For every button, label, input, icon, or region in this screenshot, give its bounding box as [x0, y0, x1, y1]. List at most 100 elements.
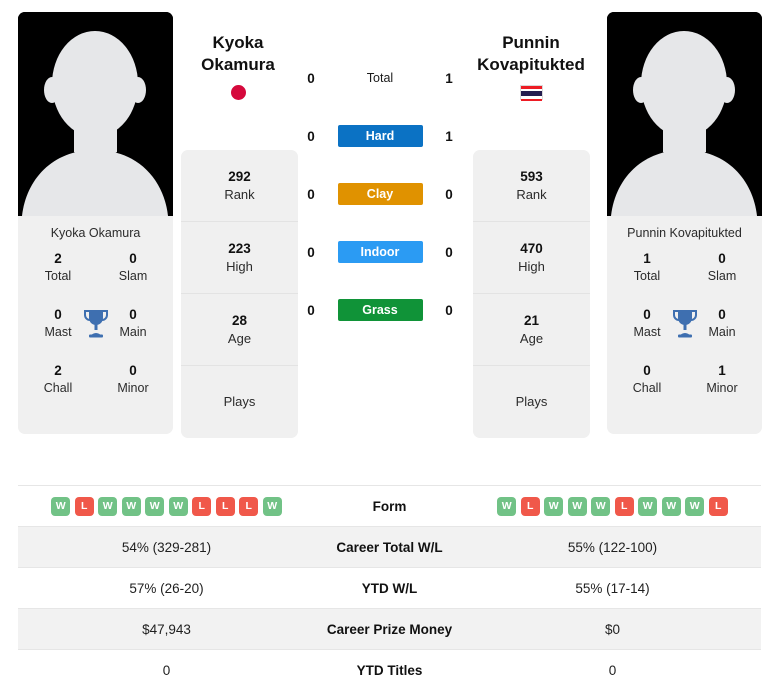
table-row-career-total-wl: 54% (329-281) Career Total W/L 55% (122-… — [18, 526, 761, 568]
player-comparison-page: Kyoka Okamura 2 Total 0 Slam 0 Mast 0 Ma… — [0, 0, 779, 699]
form-chip-loss[interactable]: L — [520, 496, 540, 516]
form-chip-loss[interactable]: L — [215, 496, 235, 516]
surface-badge-clay[interactable]: Clay — [337, 183, 423, 205]
surface-badge-grass[interactable]: Grass — [337, 299, 423, 321]
value: 28 — [231, 312, 248, 328]
titles-total-left: 2 Total — [30, 250, 86, 306]
h2h-row-indoor: 0 Indoor 0 — [300, 234, 460, 270]
label: Rank — [516, 186, 547, 202]
stat-age-left: 28 Age — [181, 294, 298, 366]
value: 21 — [523, 312, 540, 328]
h2h-row-grass: 0 Grass 0 — [300, 292, 460, 328]
h2h-row-total: 0 Total 1 — [300, 60, 460, 96]
value: 1 — [643, 251, 651, 266]
player-silhouette-icon — [18, 12, 173, 216]
form-chip-loss[interactable]: L — [239, 496, 259, 516]
stat-rank-right: 593 Rank — [473, 150, 590, 222]
surface-label-total: Total — [366, 71, 394, 85]
value: 593 — [520, 168, 543, 184]
form-chip-win[interactable]: W — [567, 496, 587, 516]
form-chip-win[interactable]: W — [168, 496, 188, 516]
titles-grid-left: 2 Total 0 Slam 0 Mast 0 Main 2 Chall 0 M… — [18, 246, 173, 434]
form-chip-win[interactable]: W — [497, 496, 517, 516]
stat-plays-right: Plays — [473, 366, 590, 438]
h2h-score-left-total: 0 — [307, 70, 315, 86]
value: 0 — [718, 307, 726, 322]
form-strip-right: WLWWWLWWWL — [464, 496, 761, 516]
form-chip-win[interactable]: W — [98, 496, 118, 516]
form-chip-loss[interactable]: L — [708, 496, 728, 516]
career-total-wl-right: 55% (122-100) — [464, 526, 761, 568]
titles-row: 2 Total 0 Slam — [18, 250, 173, 306]
player-first-name-right: Punnin — [502, 33, 560, 52]
table-row-ytd-titles: 0 YTD Titles 0 — [18, 649, 761, 691]
player-card-left[interactable]: Kyoka Okamura 2 Total 0 Slam 0 Mast 0 Ma… — [18, 12, 173, 434]
value: 292 — [228, 168, 251, 184]
player-name-caption-right: Punnin Kovapitukted — [627, 226, 742, 240]
form-chip-loss[interactable]: L — [192, 496, 212, 516]
player-card-right[interactable]: Punnin Kovapitukted 1 Total 0 Slam 0 Mas… — [607, 12, 762, 434]
stat-age-right: 21 Age — [473, 294, 590, 366]
value: 2 — [54, 363, 62, 378]
titles-main-right: 0 Main — [694, 306, 750, 362]
ytd-titles-left: 0 — [18, 649, 315, 691]
ytd-wl-left: 57% (26-20) — [18, 567, 315, 609]
titles-main-left: 0 Main — [105, 306, 161, 362]
h2h-score-right-grass: 0 — [445, 302, 453, 318]
player-heading-left: Kyoka Okamura — [153, 32, 323, 100]
value: 1 — [718, 363, 726, 378]
player-silhouette-icon — [607, 12, 762, 216]
form-chip-win[interactable]: W — [685, 496, 705, 516]
label: Minor — [706, 381, 738, 395]
ytd-titles-right: 0 — [464, 649, 761, 691]
form-chip-win[interactable]: W — [121, 496, 141, 516]
label: Main — [708, 325, 736, 339]
stat-plays-left: Plays — [181, 366, 298, 438]
row-label-ytd-titles: YTD Titles — [315, 649, 464, 691]
surface-badge-indoor[interactable]: Indoor — [337, 241, 423, 263]
player-last-name-right: Kovapitukted — [477, 55, 585, 74]
form-chip-loss[interactable]: L — [74, 496, 94, 516]
h2h-row-clay: 0 Clay 0 — [300, 176, 460, 212]
career-prize-money-right: $0 — [464, 608, 761, 650]
h2h-score-right-indoor: 0 — [445, 244, 453, 260]
head-to-head-surface-column: 0 Total 1 0 Hard 1 0 Clay 0 0 Indoor 0 0 — [300, 60, 460, 328]
avatar — [607, 12, 762, 216]
form-chip-win[interactable]: W — [544, 496, 564, 516]
avatar — [18, 12, 173, 216]
titles-row: 2 Chall 0 Minor — [18, 362, 173, 418]
career-prize-money-left: $47,943 — [18, 608, 315, 650]
form-chip-win[interactable]: W — [661, 496, 681, 516]
titles-grid-right: 1 Total 0 Slam 0 Mast 0 Main 0 Chall 1 M… — [607, 246, 762, 434]
label: Minor — [117, 381, 149, 395]
label: Plays — [223, 394, 256, 409]
titles-chall-left: 2 Chall — [30, 362, 86, 418]
form-chip-win[interactable]: W — [262, 496, 282, 516]
label: Mast — [633, 325, 661, 339]
value: 0 — [643, 363, 651, 378]
h2h-score-right-total: 1 — [445, 70, 453, 86]
row-label-career-prize-money: Career Prize Money — [315, 608, 464, 650]
value: 0 — [54, 307, 62, 322]
titles-chall-right: 0 Chall — [619, 362, 675, 418]
label: Chall — [43, 381, 73, 395]
label: High — [518, 258, 545, 274]
form-chip-win[interactable]: W — [591, 496, 611, 516]
titles-slam-right: 0 Slam — [694, 250, 750, 306]
label: Slam — [707, 269, 737, 283]
titles-row: 1 Total 0 Slam — [607, 250, 762, 306]
table-row-form: WLWWWWLLLW Form WLWWWLWWWL — [18, 485, 761, 527]
label: Plays — [515, 394, 548, 409]
form-chip-win[interactable]: W — [145, 496, 165, 516]
player-last-name-left: Okamura — [201, 55, 275, 74]
value: 0 — [129, 251, 137, 266]
form-chip-win[interactable]: W — [638, 496, 658, 516]
surface-badge-hard[interactable]: Hard — [337, 125, 423, 147]
label: Mast — [44, 325, 72, 339]
form-chip-loss[interactable]: L — [614, 496, 634, 516]
h2h-score-left-indoor: 0 — [307, 244, 315, 260]
form-chip-win[interactable]: W — [51, 496, 71, 516]
value: 223 — [228, 240, 251, 256]
player-heading-right: Punnin Kovapitukted — [446, 32, 616, 101]
titles-total-right: 1 Total — [619, 250, 675, 306]
